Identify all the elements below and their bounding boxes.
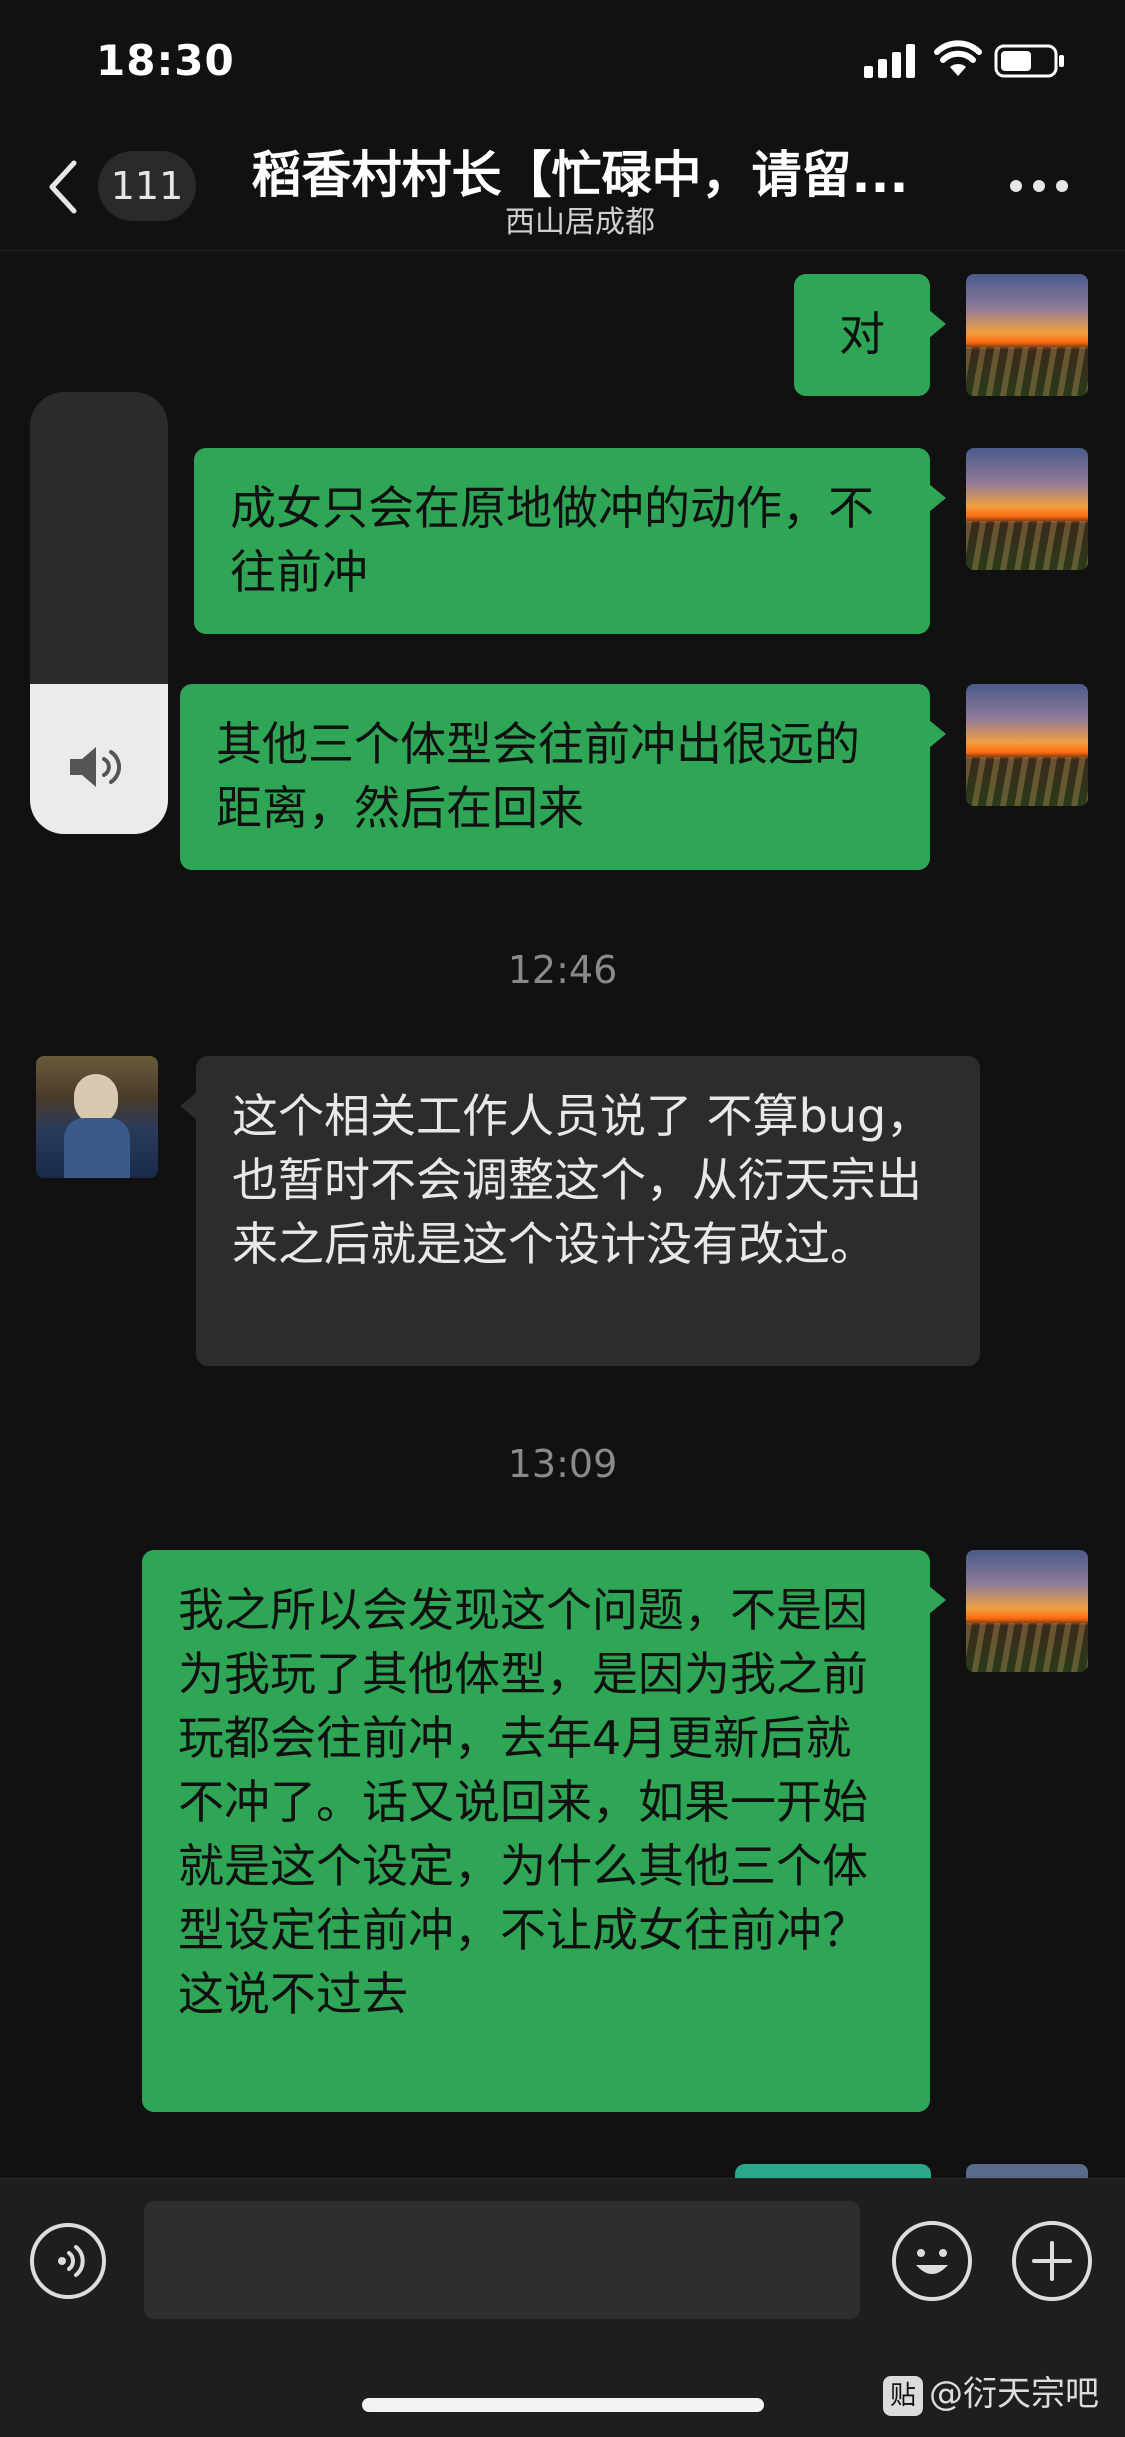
unread-count-badge[interactable]: 111 — [98, 151, 196, 221]
message-text: 其他三个体型会往前冲出很远的距离，然后在回来 — [216, 717, 860, 835]
watermark-text: @衍天宗吧 — [929, 2374, 1099, 2414]
chat-header: 111 稻香村村长【忙碌中，请留... 西山居成都 — [0, 125, 1125, 251]
wifi-icon — [934, 40, 982, 76]
cellular-signal-icon — [864, 44, 915, 78]
message-bubble-contact[interactable]: 这个相关工作人员说了 不算bug，也暂时不会调整这个，从衍天宗出来之后就是这个设… — [180, 1056, 980, 1366]
self-avatar[interactable] — [966, 274, 1088, 396]
speaker-icon — [70, 747, 121, 787]
more-options-icon[interactable] — [1010, 180, 1070, 194]
timestamp: 12:46 — [507, 948, 618, 992]
message-bubble-self[interactable]: 我之所以会发现这个问题，不是因为我玩了其他体型，是因为我之前玩都会往前冲，去年4… — [142, 1550, 946, 2112]
watermark: 贴 @衍天宗吧 — [883, 2366, 1099, 2416]
status-bar: 18:30 — [0, 0, 1125, 125]
message-bubble-self[interactable]: 对 — [794, 274, 946, 396]
contact-avatar[interactable] — [36, 1056, 158, 1178]
message-input[interactable] — [144, 2201, 860, 2319]
message-text: 对 — [839, 307, 885, 361]
message-text: 成女只会在原地做冲的动作，不往前冲 — [230, 481, 874, 599]
plus-icon[interactable] — [1012, 2221, 1092, 2301]
self-avatar[interactable] — [966, 448, 1088, 570]
message-bubble-self[interactable]: 成女只会在原地做冲的动作，不往前冲 — [194, 448, 946, 634]
home-indicator[interactable] — [362, 2398, 764, 2412]
voice-icon[interactable] — [30, 2223, 106, 2299]
volume-overlay[interactable] — [30, 392, 168, 834]
message-bubble-self[interactable]: 其他三个体型会往前冲出很远的距离，然后在回来 — [180, 684, 946, 870]
emoji-icon[interactable] — [892, 2221, 972, 2301]
self-avatar[interactable] — [966, 1550, 1088, 1672]
message-text: 我之所以会发现这个问题，不是因为我玩了其他体型，是因为我之前玩都会往前冲，去年4… — [178, 1583, 868, 2021]
back-chevron-icon[interactable] — [42, 157, 82, 217]
timestamp: 13:09 — [507, 1442, 618, 1486]
status-time: 18:30 — [96, 36, 235, 85]
battery-icon — [994, 44, 1064, 78]
tieba-badge: 贴 — [883, 2375, 923, 2416]
self-avatar[interactable] — [966, 684, 1088, 806]
chat-subtitle: 西山居成都 — [505, 205, 655, 240]
message-text: 这个相关工作人员说了 不算bug，也暂时不会调整这个，从衍天宗出来之后就是这个设… — [232, 1089, 933, 1271]
